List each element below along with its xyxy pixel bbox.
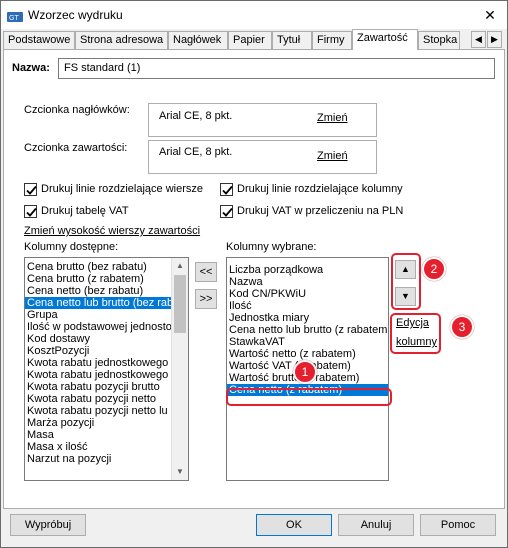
list-item[interactable]: Masa x ilość (25, 441, 173, 453)
col-lines-checkbox[interactable]: Drukuj linie rozdzielające kolumny (220, 183, 403, 197)
move-left-button[interactable]: << (195, 262, 217, 282)
list-item[interactable]: Nazwa (227, 276, 388, 288)
change-header-font-link[interactable]: Zmień (317, 112, 348, 124)
content-panel: Nazwa: FS standard (1) Czcionka nagłówkó… (3, 49, 505, 509)
scroll-up-icon[interactable]: ▲ (172, 258, 188, 274)
name-input[interactable]: FS standard (1) (58, 58, 495, 79)
tab-papier[interactable]: Papier (228, 31, 272, 49)
vat-table-checkbox[interactable]: Drukuj tabelę VAT (24, 205, 129, 219)
dialog-window: GT Wzorzec wydruku ✕ Podstawowe Strona a… (0, 0, 508, 548)
list-item[interactable]: Ilość w podstawowej jednosto (25, 321, 173, 333)
tab-tytul[interactable]: Tytuł (272, 31, 312, 49)
tab-naglowek[interactable]: Nagłówek (168, 31, 228, 49)
cancel-button[interactable]: Anuluj (338, 514, 414, 536)
list-item[interactable]: Masa (25, 429, 173, 441)
available-columns-list[interactable]: Cena brutto (bez rabatu) Cena brutto (z … (24, 257, 189, 481)
list-item[interactable]: Jednostka miary (227, 312, 388, 324)
col-lines-label: Drukuj linie rozdzielające kolumny (237, 183, 403, 195)
list-item[interactable]: Cena netto lub brutto (z rabatem (227, 324, 388, 336)
selected-columns-label: Kolumny wybrane: (226, 241, 317, 253)
list-item[interactable]: Grupa (25, 309, 173, 321)
available-columns-label: Kolumny dostępne: (24, 241, 119, 253)
tab-stopka[interactable]: Stopka (418, 31, 460, 49)
list-item[interactable]: Ilość (227, 300, 388, 312)
list-item[interactable]: Cena brutto (bez rabatu) (25, 261, 173, 273)
vat-pln-label: Drukuj VAT w przeliczeniu na PLN (237, 205, 404, 217)
content-font-value: Arial CE, 8 pkt. (159, 146, 233, 158)
list-item[interactable]: Cena brutto (z rabatem) (25, 273, 173, 285)
callout-badge-2: 2 (422, 257, 446, 281)
row-lines-checkbox[interactable]: Drukuj linie rozdzielające wiersze (24, 183, 203, 197)
edit-column-link-line1[interactable]: Edycja (396, 317, 429, 329)
list-item[interactable]: Narzut na pozycji (25, 453, 173, 465)
list-item[interactable]: Kwota rabatu pozycji brutto (25, 381, 173, 393)
list-item[interactable]: Kod dostawy (25, 333, 173, 345)
row-lines-label: Drukuj linie rozdzielające wiersze (41, 183, 204, 195)
scroll-down-icon[interactable]: ▼ (172, 464, 188, 480)
tab-strona-adresowa[interactable]: Strona adresowa (75, 31, 168, 49)
list-item[interactable]: Liczba porządkowa (227, 264, 388, 276)
list-item[interactable]: Marża pozycji (25, 417, 173, 429)
vat-table-label: Drukuj tabelę VAT (41, 205, 129, 217)
tab-podstawowe[interactable]: Podstawowe (3, 31, 75, 49)
row-height-link[interactable]: Zmień wysokość wierszy zawartości (24, 225, 200, 237)
edit-column-link-line2[interactable]: kolumny (396, 336, 437, 348)
change-content-font-link[interactable]: Zmień (317, 150, 348, 162)
help-button[interactable]: Pomoc (420, 514, 496, 536)
list-item[interactable]: StawkaVAT (227, 336, 388, 348)
tab-strip: Podstawowe Strona adresowa Nagłówek Papi… (1, 29, 507, 50)
vat-pln-checkbox[interactable]: Drukuj VAT w przeliczeniu na PLN (220, 205, 403, 219)
list-item[interactable]: Kod CN/PKWiU (227, 288, 388, 300)
list-item-selected[interactable]: Cena netto lub brutto (bez rab (25, 297, 173, 309)
ok-button[interactable]: OK (256, 514, 332, 536)
callout-frame-item (226, 388, 392, 406)
svg-text:GT: GT (9, 15, 19, 22)
list-item[interactable]: Cena netto (bez rabatu) (25, 285, 173, 297)
tab-firmy[interactable]: Firmy (312, 31, 352, 49)
tab-scroll-left-icon[interactable]: ◀ (471, 31, 486, 48)
vat-table-check-icon (24, 205, 37, 218)
vat-pln-check-icon (220, 205, 233, 218)
list-item[interactable]: Kwota rabatu jednostkowego (25, 369, 173, 381)
tab-zawartosc[interactable]: Zawartość (352, 29, 418, 50)
content-font-label: Czcionka zawartości: (24, 142, 128, 154)
preview-button[interactable]: Wypróbuj (10, 514, 86, 536)
list-item[interactable]: Kwota rabatu pozycji netto (25, 393, 173, 405)
app-icon: GT (7, 12, 23, 22)
move-down-button[interactable]: ▼ (395, 287, 416, 306)
move-up-button[interactable]: ▲ (395, 260, 416, 279)
callout-badge-3: 3 (450, 315, 474, 339)
available-scrollbar[interactable]: ▲ ▼ (171, 258, 188, 480)
row-lines-check-icon (24, 183, 37, 196)
scroll-thumb[interactable] (174, 275, 186, 333)
move-right-button[interactable]: >> (195, 289, 217, 309)
window-title: Wzorzec wydruku (28, 8, 123, 22)
list-item[interactable]: Kwota rabatu pozycji netto lu (25, 405, 173, 417)
list-item[interactable]: Wartość netto (z rabatem) (227, 348, 388, 360)
callout-badge-1: 1 (293, 360, 317, 384)
title-bar: GT Wzorzec wydruku ✕ (1, 1, 507, 29)
list-item[interactable]: Kwota rabatu jednostkowego (25, 357, 173, 369)
available-items: Cena brutto (bez rabatu) Cena brutto (z … (25, 261, 173, 465)
close-icon[interactable]: ✕ (479, 4, 501, 26)
tab-scroll-right-icon[interactable]: ▶ (487, 31, 502, 48)
header-font-label: Czcionka nagłówków: (24, 104, 130, 116)
content-font-box: Arial CE, 8 pkt. Zmień (148, 140, 377, 174)
col-lines-check-icon (220, 183, 233, 196)
header-font-value: Arial CE, 8 pkt. (159, 110, 233, 122)
header-font-box: Arial CE, 8 pkt. Zmień (148, 103, 377, 137)
name-label: Nazwa: (12, 62, 50, 74)
list-item[interactable]: KosztPozycji (25, 345, 173, 357)
